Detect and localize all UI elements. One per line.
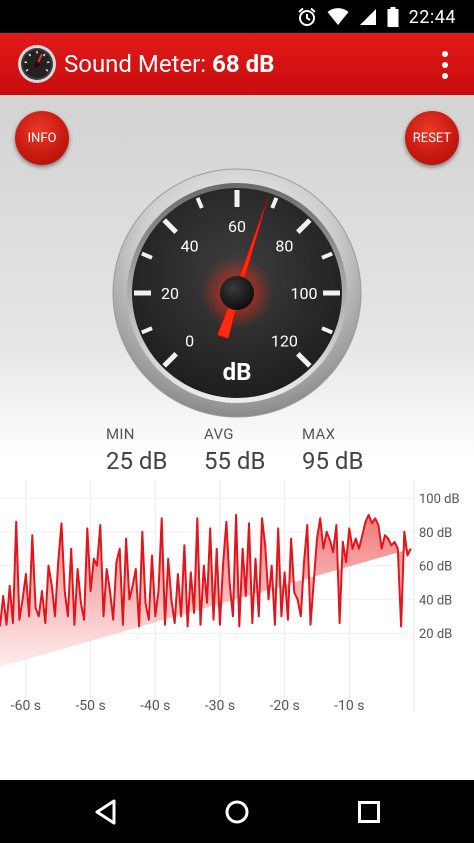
stat-max-label: MAX — [302, 425, 336, 443]
back-icon[interactable] — [88, 794, 124, 830]
status-bar: 22:44 — [0, 0, 474, 33]
chart-y-tick-label: 100 dB — [419, 492, 460, 507]
overflow-menu-icon[interactable] — [440, 49, 450, 81]
stat-min-label: MIN — [106, 425, 135, 443]
stat-avg-value: 55 dB — [204, 447, 266, 475]
clock: 22:44 — [408, 6, 456, 28]
home-icon[interactable] — [219, 794, 255, 830]
chart-x-tick-label: -40 s — [140, 698, 170, 714]
gauge-tick-label: 20 — [161, 284, 179, 303]
gauge-unit-label: dB — [223, 358, 252, 386]
chart-y-tick-label: 20 dB — [419, 627, 452, 642]
chart-y-tick-label: 40 dB — [419, 593, 452, 608]
info-button[interactable]: INFO — [15, 111, 69, 165]
db-gauge: 0 20 40 60 80 100 120 dB — [112, 168, 362, 418]
title-prefix: Sound Meter: — [64, 50, 213, 78]
gauge-hub — [220, 276, 254, 310]
cell-signal-icon — [359, 9, 376, 25]
app-title: Sound Meter: 68 dB — [64, 50, 274, 78]
chart-x-tick-label: -30 s — [205, 698, 235, 714]
status-icons: 22:44 — [297, 6, 456, 28]
stat-avg-label: AVG — [204, 425, 234, 443]
stats-row: MIN 25 dB AVG 55 dB MAX 95 dB — [0, 425, 474, 485]
chart-y-tick-label: 60 dB — [419, 560, 452, 575]
recents-icon[interactable] — [351, 794, 387, 830]
stat-avg: AVG 55 dB — [204, 425, 265, 475]
level-history-chart: -60 s -50 s -40 s -30 s -20 s -10 s 100 dB 80 … — [0, 480, 460, 714]
main-content: INFO RESET 0 20 40 60 80 100 120 dB MIN … — [0, 95, 474, 780]
battery-icon — [387, 7, 399, 27]
stat-min: MIN 25 dB — [106, 425, 167, 475]
chart-x-tick-label: -20 s — [269, 698, 299, 714]
chart-y-tick-label: 80 dB — [419, 526, 452, 541]
gauge-tick-label: 0 — [185, 331, 194, 350]
gauge-tick-label: 60 — [228, 217, 246, 236]
title-db-value: 68 dB — [212, 50, 275, 78]
reset-button[interactable]: RESET — [405, 111, 459, 165]
speedometer-logo-icon[interactable] — [17, 44, 57, 84]
gauge-tick-label: 40 — [181, 237, 199, 256]
gauge-tick-label: 80 — [275, 237, 293, 256]
stat-min-value: 25 dB — [106, 447, 168, 475]
stat-max-value: 95 dB — [302, 447, 364, 475]
chart-x-tick-label: -50 s — [75, 698, 105, 714]
gauge-tick-label: 100 — [291, 284, 318, 303]
chart-x-tick-label: -60 s — [11, 698, 41, 714]
stat-max: MAX 95 dB — [302, 425, 363, 475]
alarm-icon — [298, 7, 316, 26]
chart-x-tick-label: -10 s — [334, 698, 364, 714]
navigation-bar — [0, 780, 474, 843]
app-bar: Sound Meter: 68 dB — [0, 33, 474, 95]
gauge-tick-label: 120 — [271, 331, 298, 350]
wifi-icon — [327, 8, 349, 25]
